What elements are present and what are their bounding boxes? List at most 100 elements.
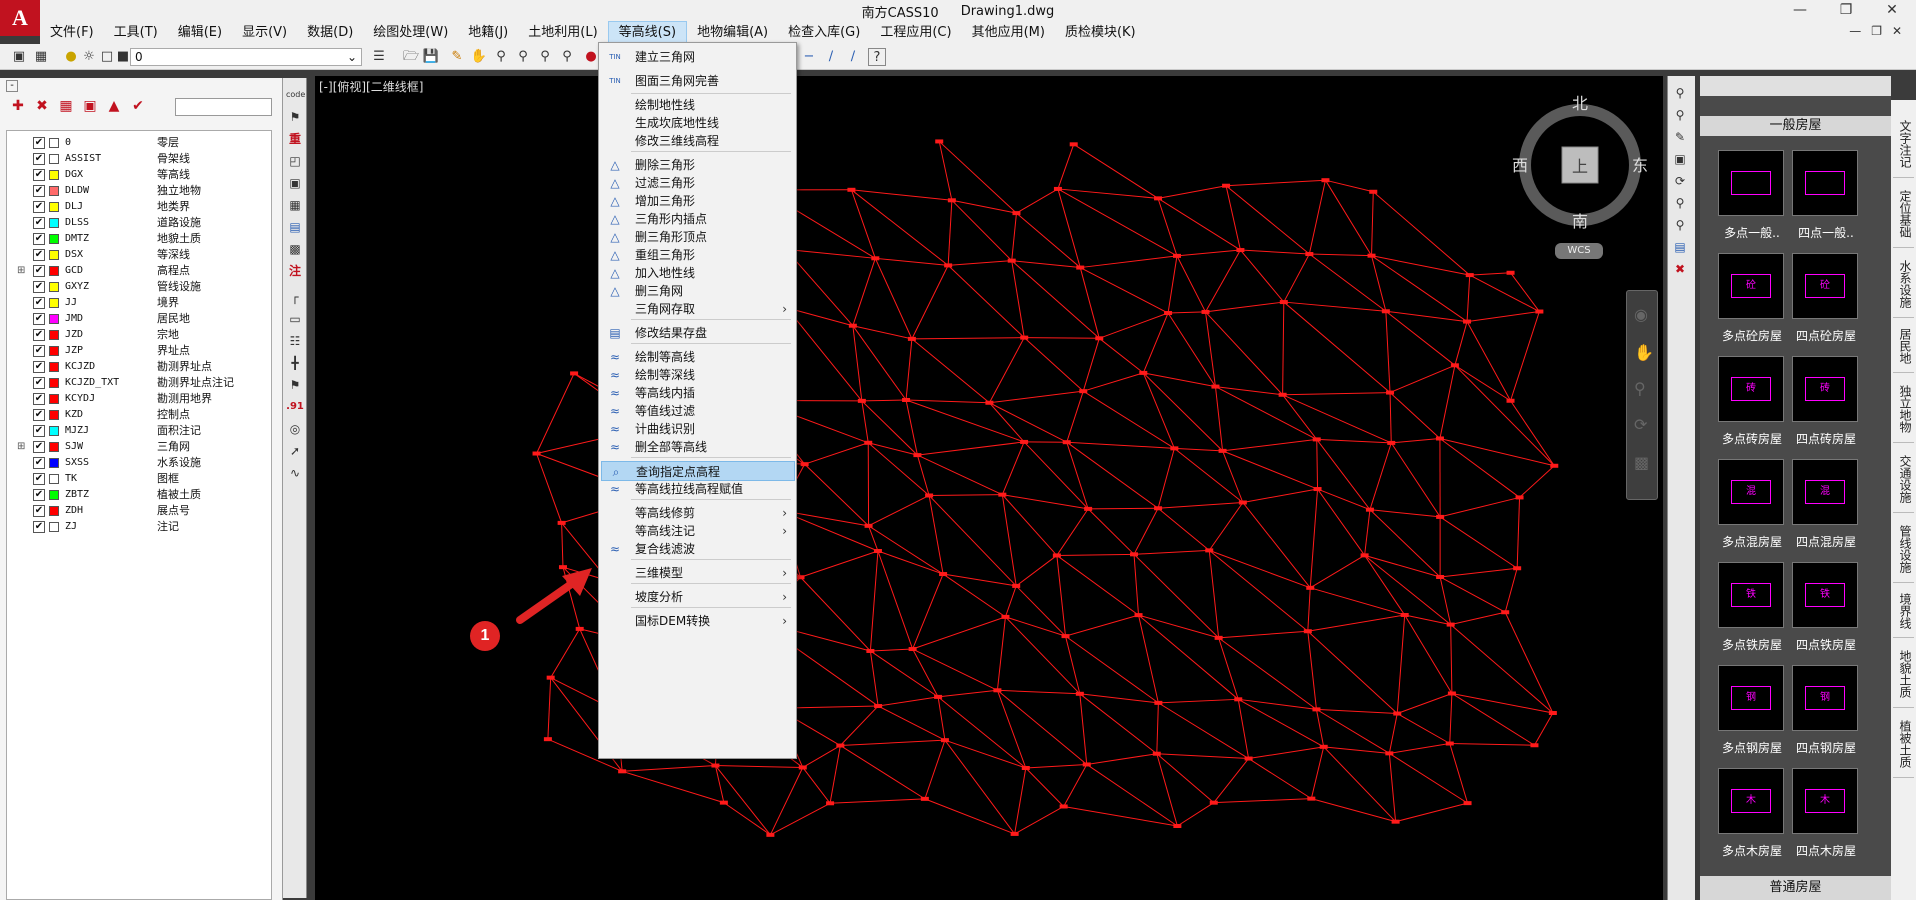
layer-manager-icon[interactable]: ▣ — [10, 48, 28, 66]
layer-color-swatch[interactable] — [49, 170, 59, 180]
layer-color-swatch[interactable] — [49, 362, 59, 372]
wcs-button[interactable]: WCS — [1555, 243, 1603, 259]
slope-icon[interactable]: ∕ — [844, 48, 862, 66]
delete-icon[interactable]: ✖ — [1671, 260, 1689, 278]
line-icon[interactable]: ➚ — [286, 442, 304, 460]
layer-dropdown[interactable]: 0 ⌄ — [130, 48, 362, 66]
layer-color-swatch[interactable] — [49, 442, 59, 452]
menu-item[interactable]: 绘制地性线 — [601, 95, 795, 115]
layer-visible-checkbox[interactable]: ✔ — [33, 489, 45, 501]
palette-footer[interactable]: 普通房屋 — [1700, 876, 1891, 900]
layer-color-swatch[interactable] — [49, 250, 59, 260]
marker-icon[interactable]: ⚑ — [286, 376, 304, 394]
edit-icon[interactable]: ✎ — [1671, 128, 1689, 146]
layer-visible-checkbox[interactable]: ✔ — [33, 281, 45, 293]
menu-item[interactable]: ▤ 修改结果存盘 — [601, 323, 795, 343]
check-all-icon[interactable]: ✔ — [128, 96, 148, 116]
layer-color-swatch[interactable] — [49, 218, 59, 228]
layer-row[interactable]: ✔ DLDW 独立地物 — [7, 183, 271, 199]
layer-visible-checkbox[interactable]: ✔ — [33, 345, 45, 357]
open-icon[interactable]: 🗁 — [402, 48, 420, 66]
menu-item[interactable]: △ 删除三角形 — [601, 155, 795, 175]
layer-visible-checkbox[interactable]: ✔ — [33, 265, 45, 277]
app-logo-icon[interactable]: A — [0, 0, 40, 36]
zoom-window-icon[interactable]: ⚲ — [514, 48, 532, 66]
block-thumbnail[interactable]: 钢 — [1718, 665, 1784, 731]
layer-color-swatch[interactable] — [49, 202, 59, 212]
camera-icon[interactable]: ▣ — [286, 174, 304, 192]
menu-11[interactable]: 工程应用(C) — [870, 22, 961, 44]
select-icon[interactable]: ◰ — [286, 152, 304, 170]
layer-states-icon[interactable]: ▦ — [32, 48, 50, 66]
menu-item[interactable]: 等高线注记 › — [601, 521, 795, 541]
block-thumbnail[interactable]: 木 — [1792, 768, 1858, 834]
layer-color-swatch[interactable] — [49, 266, 59, 276]
block-thumbnail[interactable]: 木 — [1718, 768, 1784, 834]
block-thumbnail[interactable]: 铁 — [1792, 562, 1858, 628]
menu-item[interactable]: ≈ 计曲线识别 — [601, 419, 795, 439]
copy-icon[interactable]: ▣ — [1671, 150, 1689, 168]
menu-item[interactable]: TIN 建立三角网 — [601, 47, 795, 67]
layer-row[interactable]: ✔ DLJ 地类界 — [7, 199, 271, 215]
menu-item[interactable]: ≈ 复合线滤波 — [601, 539, 795, 559]
menu-item[interactable]: △ 删三角网 — [601, 281, 795, 301]
block-thumbnail[interactable] — [1718, 150, 1784, 216]
code-icon[interactable]: code — [286, 86, 305, 104]
layer-row[interactable]: ✔ JZP 界址点 — [7, 343, 271, 359]
grid-tool-icon[interactable]: ▦ — [286, 196, 304, 214]
menu-item[interactable]: △ 加入地性线 — [601, 263, 795, 283]
menu-item[interactable]: ≈ 等值线过滤 — [601, 401, 795, 421]
save-icon[interactable]: 💾 — [422, 48, 440, 66]
layer-visible-checkbox[interactable]: ✔ — [33, 217, 45, 229]
layer-copy-icon[interactable]: ▣ — [80, 96, 100, 116]
menu-13[interactable]: 质检模块(K) — [1055, 22, 1146, 44]
menu-1[interactable]: 工具(T) — [104, 22, 168, 44]
layer-color-swatch[interactable] — [49, 186, 59, 196]
rectangle-icon[interactable]: ▭ — [286, 310, 304, 328]
layer-row[interactable]: ✔ ZBTZ 植被土质 — [7, 487, 271, 503]
pan-nav-icon[interactable]: ✋ — [1634, 343, 1654, 362]
zoom-icon[interactable]: ⚲ — [492, 48, 510, 66]
layer-visible-checkbox[interactable]: ✔ — [33, 521, 45, 533]
layer-visible-checkbox[interactable]: ✔ — [33, 457, 45, 469]
layer-visible-checkbox[interactable]: ✔ — [33, 201, 45, 213]
layer-visible-checkbox[interactable]: ✔ — [33, 377, 45, 389]
layer-visible-checkbox[interactable]: ✔ — [33, 473, 45, 485]
text-tool-icon[interactable]: ▤ — [286, 218, 304, 236]
find-icon[interactable]: ⚲ — [1671, 194, 1689, 212]
locate-icon[interactable]: ⚲ — [1671, 216, 1689, 234]
menu-item[interactable]: ⌕ 查询指定点高程 — [601, 461, 795, 481]
menu-item[interactable]: 三角网存取 › — [601, 299, 795, 319]
layer-row[interactable]: ✔ GXYZ 管线设施 — [7, 279, 271, 295]
layer-visible-checkbox[interactable]: ✔ — [33, 153, 45, 165]
menu-9[interactable]: 地物编辑(A) — [687, 22, 778, 44]
palette-tab[interactable]: 文字注记 — [1893, 110, 1914, 178]
block-thumbnail[interactable]: 混 — [1792, 459, 1858, 525]
elevation-point-icon[interactable]: .91 — [286, 398, 304, 416]
layer-row[interactable]: ✔ DSX 等深线 — [7, 247, 271, 263]
rotate-icon[interactable]: ⟳ — [1671, 172, 1689, 190]
menu-3[interactable]: 显示(V) — [232, 22, 297, 44]
layer-color-swatch[interactable] — [49, 154, 59, 164]
pan-icon[interactable]: ✋ — [470, 48, 488, 66]
layer-color-swatch[interactable] — [49, 426, 59, 436]
layer-merge-icon[interactable]: ▲ — [104, 96, 124, 116]
expand-icon[interactable]: ⊞ — [17, 263, 25, 279]
search-icon[interactable]: ⚲ — [1671, 106, 1689, 124]
layer-row[interactable]: ✔ KZD 控制点 — [7, 407, 271, 423]
steering-wheel-icon[interactable]: ◉ — [1634, 305, 1648, 324]
layer-color-swatch[interactable] — [49, 490, 59, 500]
layer-row[interactable]: ✔ DGX 等高线 — [7, 167, 271, 183]
query-icon[interactable]: ⚲ — [1671, 84, 1689, 102]
layer-color-swatch[interactable] — [49, 314, 59, 324]
menu-item[interactable]: 三维模型 › — [601, 563, 795, 583]
block-thumbnail[interactable]: 砖 — [1792, 356, 1858, 422]
menu-item[interactable]: ≈ 绘制等深线 — [601, 365, 795, 385]
layer-color-swatch[interactable] — [49, 138, 59, 148]
palette-tab[interactable]: 境界线 — [1893, 585, 1914, 638]
palette-tab[interactable]: 地貌土质 — [1893, 640, 1914, 708]
layer-visible-checkbox[interactable]: ✔ — [33, 249, 45, 261]
polyline-icon[interactable]: ┌ — [286, 288, 304, 306]
pencil-icon[interactable]: ✎ — [448, 48, 466, 66]
attribute-icon[interactable]: ▩ — [286, 240, 304, 258]
